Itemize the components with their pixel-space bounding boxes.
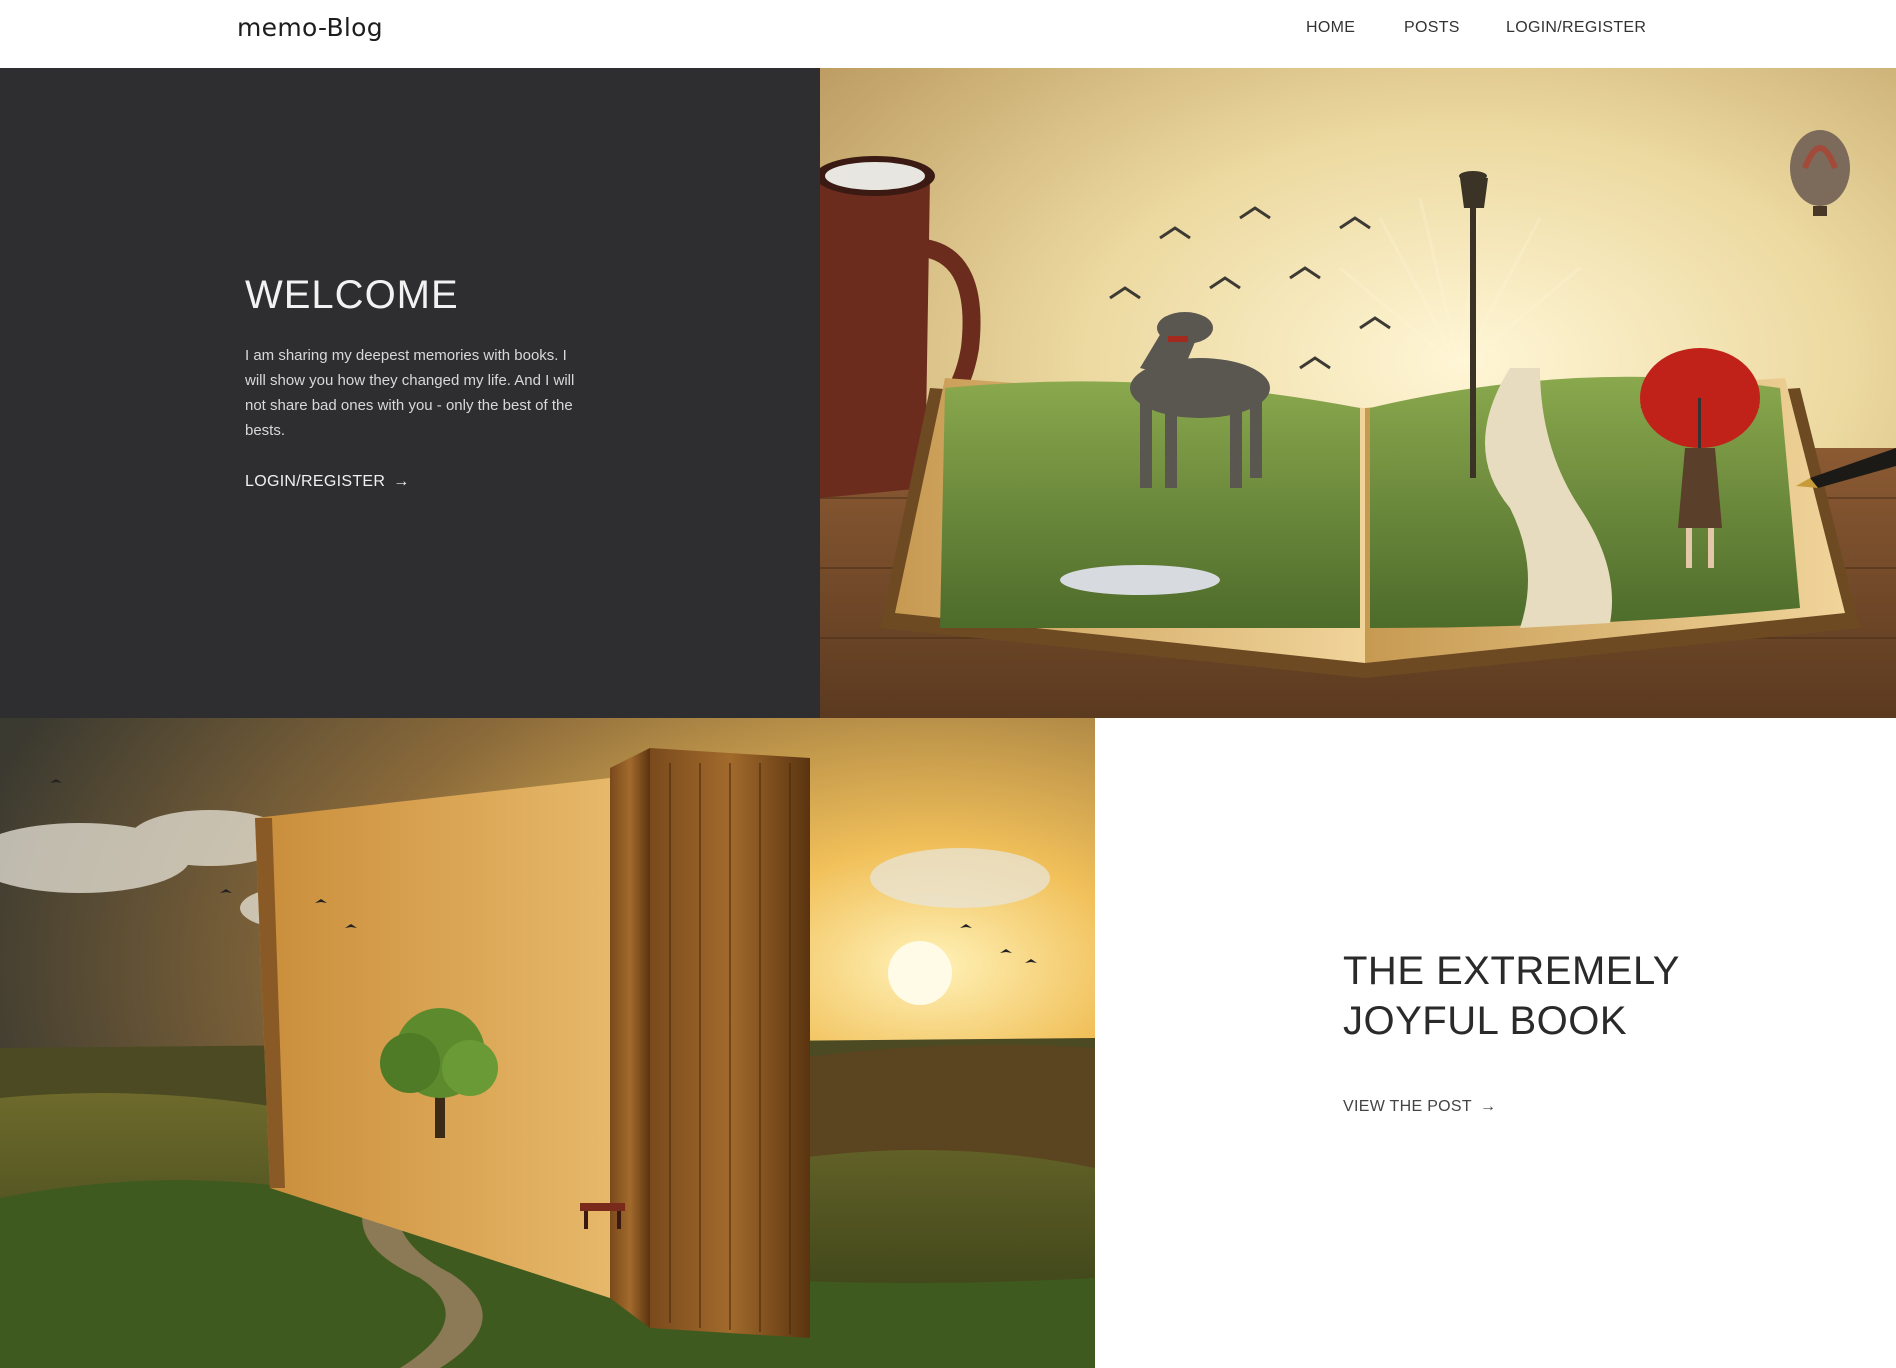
view-post-link[interactable]: VIEW THE POST → [1343,1098,1496,1116]
view-post-label: VIEW THE POST [1343,1098,1472,1115]
featured-post-panel: THE EXTREMELY JOYFUL BOOK VIEW THE POST → [1095,718,1896,1368]
nav-posts-link[interactable]: POSTS [1404,19,1460,37]
post-illustration [0,718,1095,1368]
hero-title: WELCOME [245,273,459,317]
arrow-right-icon: → [1479,1098,1497,1115]
arrow-right-icon: → [393,473,410,490]
nav-home-link[interactable]: HOME [1306,19,1355,37]
hero-intro-panel: WELCOME I am sharing my deepest memories… [0,68,820,718]
hero-cta-label: LOGIN/REGISTER [245,473,386,490]
hero-description: I am sharing my deepest memories with bo… [245,347,575,439]
featured-post-image[interactable] [0,718,1095,1368]
brand-logo[interactable]: memo-Blog [237,13,383,42]
hero-login-register-link[interactable]: LOGIN/REGISTER → [245,473,410,491]
featured-post-title: THE EXTREMELY JOYFUL BOOK [1343,949,1680,1043]
hero-illustration [820,68,1896,718]
nav-login-register-link[interactable]: LOGIN/REGISTER [1506,19,1646,37]
navbar: memo-Blog HOME POSTS LOGIN/REGISTER [0,0,1896,68]
hero-image [820,68,1896,718]
